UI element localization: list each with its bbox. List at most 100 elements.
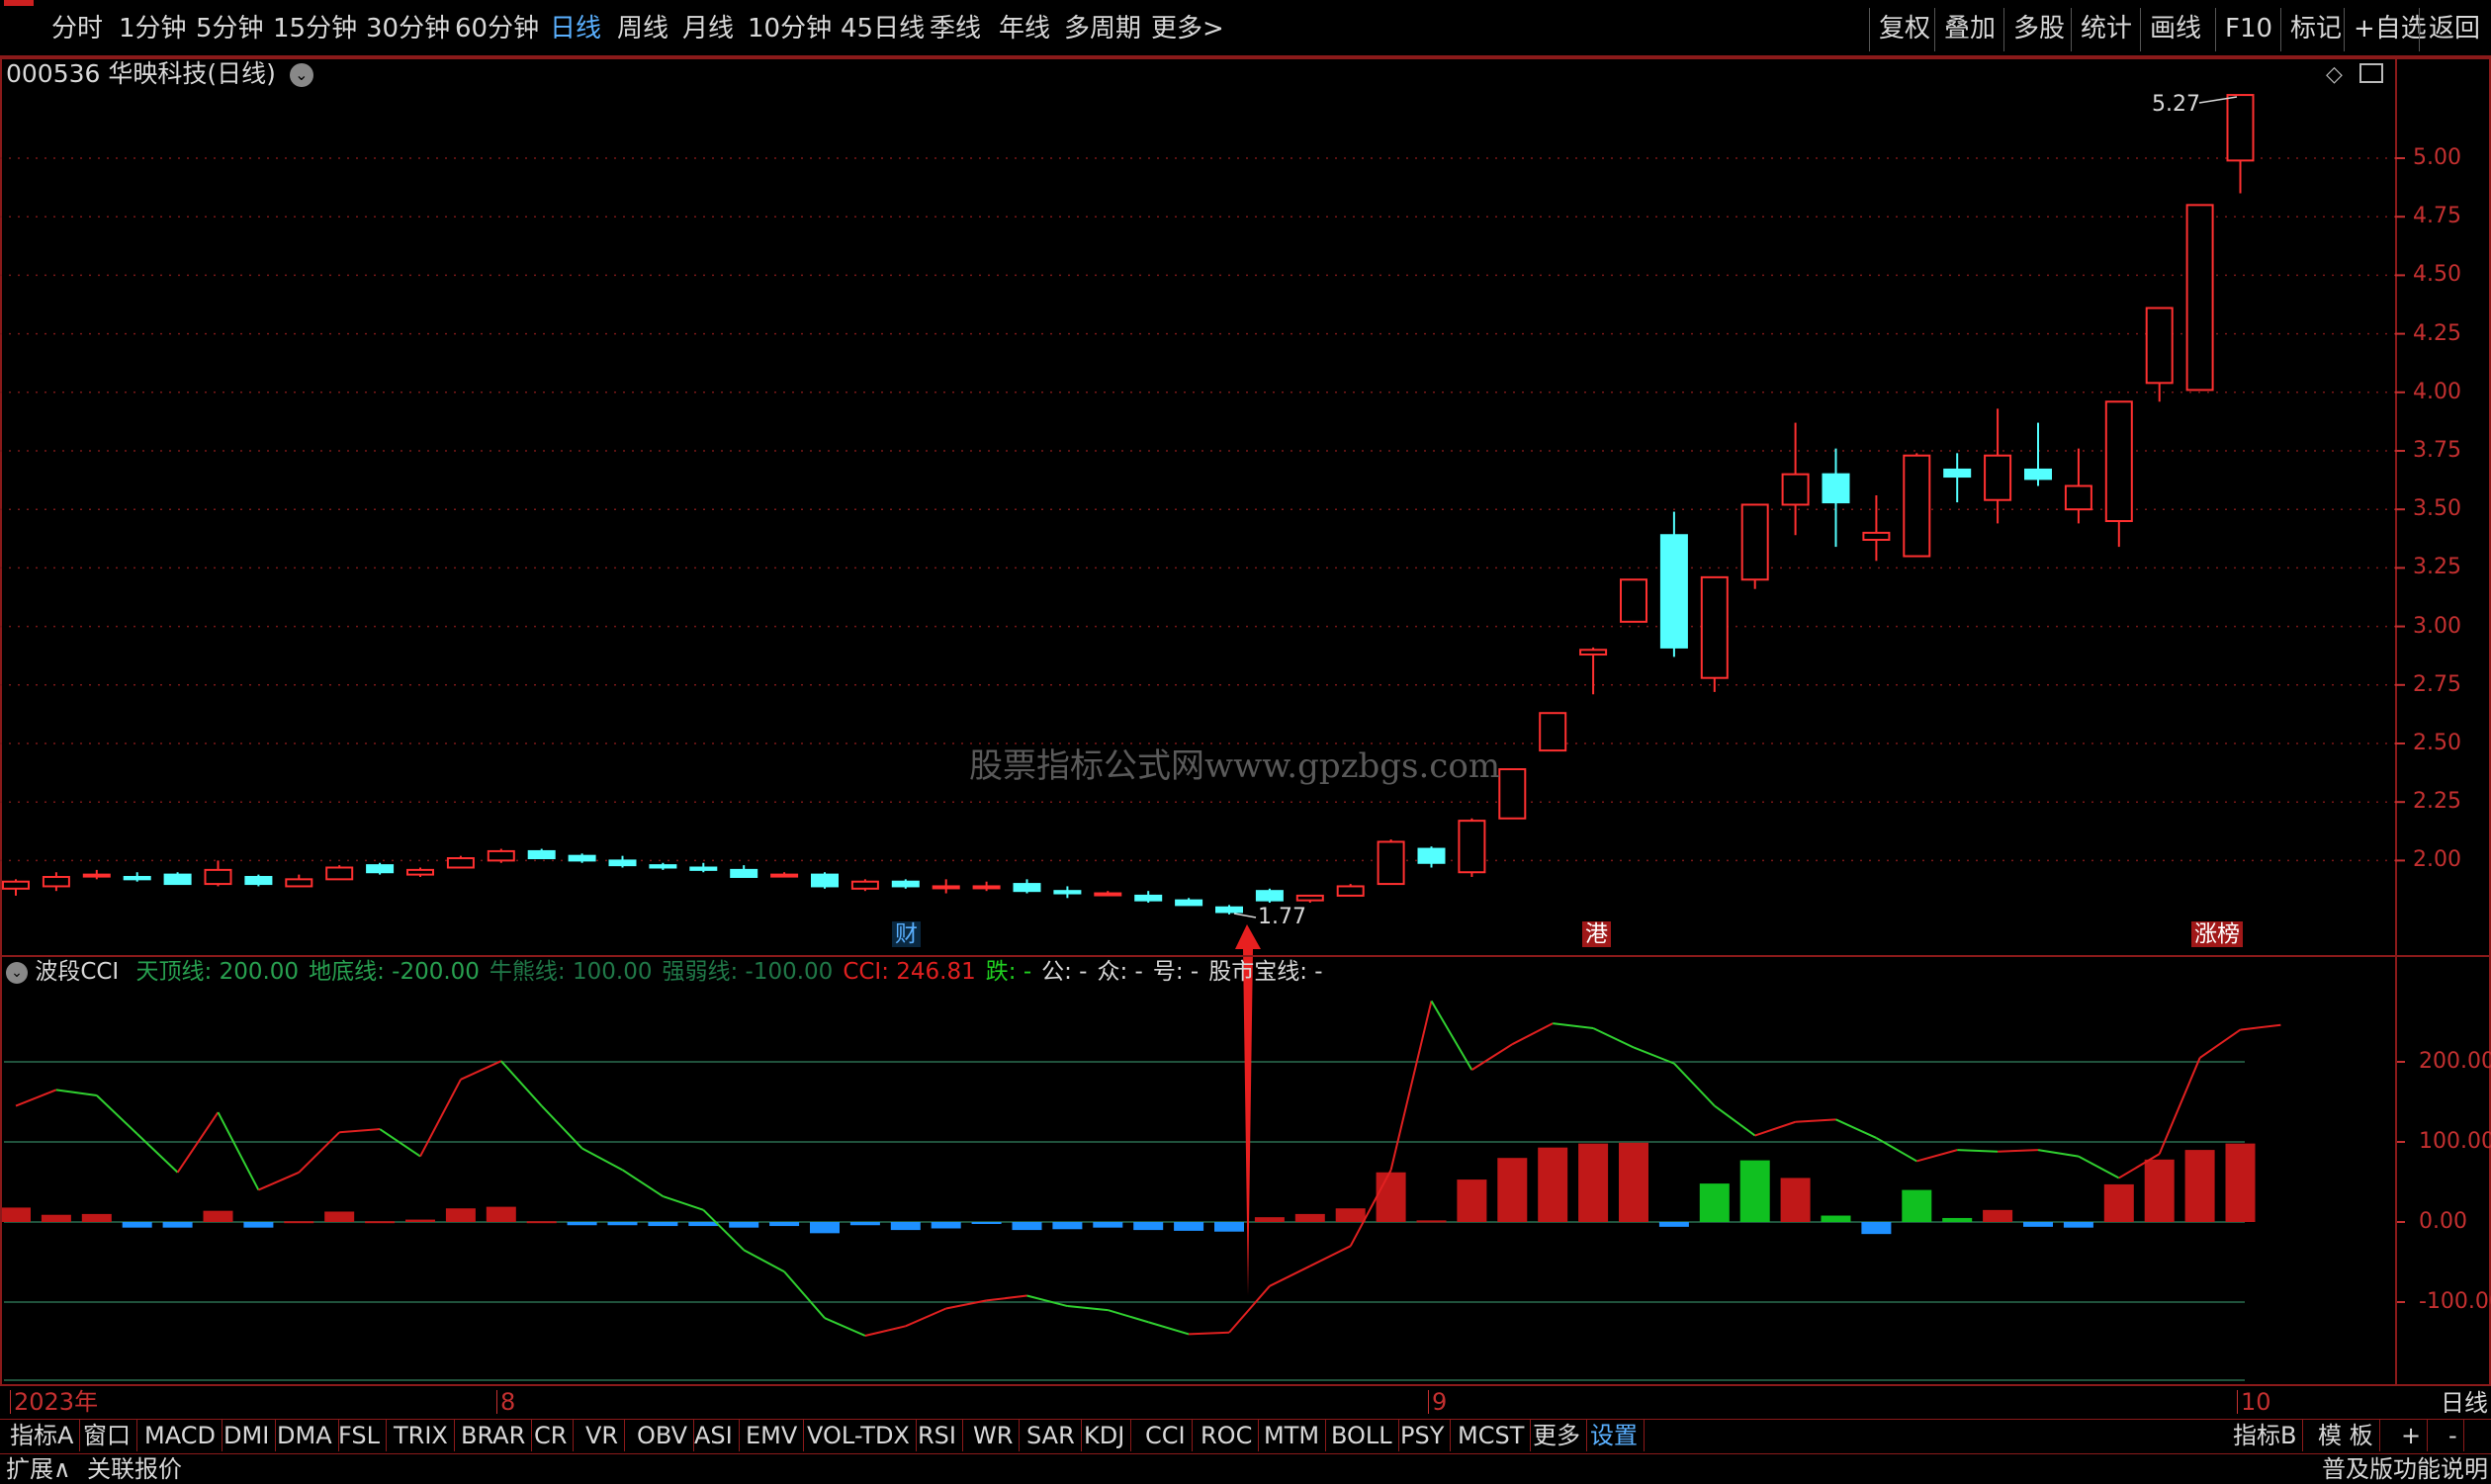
candle[interactable]	[1659, 511, 1688, 657]
settings-icon[interactable]: ⌄	[6, 961, 28, 984]
candle[interactable]	[366, 862, 395, 875]
indicator-tab-9[interactable]: VR	[579, 1420, 626, 1451]
indicator-tab-22[interactable]: PSY	[1394, 1420, 1452, 1451]
candle[interactable]	[2104, 400, 2133, 548]
candle[interactable]	[1175, 898, 1203, 907]
candle[interactable]	[1094, 891, 1122, 897]
candle[interactable]	[1862, 494, 1891, 562]
indicator-tab-0[interactable]: 指标A	[4, 1420, 81, 1451]
candle[interactable]	[1943, 453, 1972, 503]
candle[interactable]	[42, 872, 70, 892]
candle[interactable]	[1458, 818, 1486, 877]
indicator-tab-12[interactable]: EMV	[740, 1420, 805, 1451]
candle[interactable]	[1700, 575, 1729, 692]
indicator-tab-5[interactable]: FSL	[332, 1420, 387, 1451]
candle[interactable]	[123, 872, 151, 882]
candle[interactable]	[1620, 578, 1647, 623]
indicator-tab-14[interactable]: RSI	[912, 1420, 963, 1451]
candle[interactable]	[932, 879, 960, 894]
candle[interactable]	[1295, 894, 1324, 904]
indicator-tab-16[interactable]: SAR	[1021, 1420, 1082, 1451]
candle[interactable]	[649, 862, 677, 870]
cci-line-segment	[500, 1060, 543, 1107]
template-tab-1[interactable]: 模 板	[2312, 1420, 2380, 1451]
candle[interactable]	[204, 860, 232, 887]
watermark: 股票指标公式网www.gpzbgs.com	[969, 746, 1501, 786]
candle[interactable]	[285, 874, 313, 888]
indicator-tab-7[interactable]: BRAR	[455, 1420, 533, 1451]
candle[interactable]	[1255, 888, 1284, 904]
candle[interactable]	[608, 855, 637, 868]
indicator-tab-8[interactable]: CR	[528, 1420, 575, 1451]
template-tab-2[interactable]: +	[2395, 1420, 2429, 1451]
candle[interactable]	[1013, 879, 1041, 894]
candle[interactable]	[487, 848, 515, 863]
candle[interactable]	[770, 872, 799, 878]
related-quotes-button[interactable]: 关联报价	[87, 1455, 182, 1483]
candle[interactable]	[446, 855, 475, 869]
edition-help-link[interactable]: 普及版功能说明	[2322, 1455, 2488, 1483]
candle[interactable]	[1377, 839, 1405, 886]
indicator-tab-15[interactable]: WR	[967, 1420, 1021, 1451]
indicator-tab-1[interactable]: 窗口	[77, 1420, 137, 1451]
indicator-tab-3[interactable]: DMI	[218, 1420, 277, 1451]
candle[interactable]	[1417, 846, 1446, 868]
candle[interactable]	[730, 865, 758, 878]
candle[interactable]	[1053, 886, 1082, 899]
candle[interactable]	[1740, 503, 1769, 589]
indicator-tab-13[interactable]: VOL-TDX	[801, 1420, 917, 1451]
indicator-tab-11[interactable]: ASI	[688, 1420, 740, 1451]
indicator-tab-24[interactable]: 更多	[1527, 1420, 1587, 1451]
indicator-tab-19[interactable]: ROC	[1195, 1420, 1260, 1451]
candle[interactable]	[1579, 647, 1608, 695]
cci-bar	[1174, 1222, 1204, 1231]
template-tab-3[interactable]: -	[2443, 1420, 2464, 1451]
candle[interactable]	[568, 853, 596, 863]
candle[interactable]	[406, 867, 434, 877]
expand-button[interactable]: 扩展∧	[6, 1455, 71, 1483]
candle[interactable]	[2064, 448, 2092, 524]
indicator-tab-10[interactable]: OBV	[631, 1420, 695, 1451]
candle[interactable]	[689, 862, 718, 873]
candle[interactable]	[1903, 453, 1931, 558]
candle[interactable]	[1781, 422, 1810, 536]
candle[interactable]	[244, 874, 273, 887]
candle[interactable]	[811, 872, 839, 889]
indicator-tab-2[interactable]: MACD	[138, 1420, 222, 1451]
candle[interactable]	[972, 881, 1001, 892]
indicator-tab-20[interactable]: MTM	[1258, 1420, 1327, 1451]
candle[interactable]	[1984, 408, 2012, 524]
candle[interactable]	[2024, 422, 2052, 486]
candle[interactable]	[82, 869, 111, 880]
candle-body	[1458, 820, 1486, 874]
candle[interactable]	[2185, 204, 2214, 392]
indicator-tab-21[interactable]: BOLL	[1325, 1420, 1399, 1451]
indicator-name[interactable]: 波段CCI	[35, 959, 119, 985]
indicator-tab-6[interactable]: TRIX	[388, 1420, 455, 1451]
candle[interactable]	[891, 879, 920, 889]
template-tab-0[interactable]: 指标B	[2227, 1420, 2304, 1451]
marker-hk[interactable]: 港	[1582, 921, 1611, 947]
indicator-tab-23[interactable]: MCST	[1452, 1420, 1532, 1451]
cci-bar	[1012, 1222, 1042, 1231]
candle[interactable]	[163, 872, 192, 886]
candle[interactable]	[1498, 768, 1527, 820]
indicator-tab-17[interactable]: KDJ	[1078, 1420, 1132, 1451]
candle[interactable]	[850, 879, 879, 892]
indicator-tab-18[interactable]: CCI	[1139, 1420, 1193, 1451]
candle[interactable]	[1336, 884, 1365, 897]
indicator-tab-25[interactable]: 设置	[1584, 1420, 1645, 1451]
candle[interactable]	[2145, 306, 2174, 402]
candle[interactable]	[325, 865, 354, 881]
candle[interactable]	[1539, 712, 1567, 752]
marker-top-gainers[interactable]: 涨榜	[2191, 921, 2243, 947]
marker-finance[interactable]: 财	[892, 921, 921, 947]
candle[interactable]	[527, 848, 556, 860]
candle[interactable]	[1822, 448, 1850, 548]
cci-line-segment	[663, 1195, 704, 1211]
indicator-tab-4[interactable]: DMA	[271, 1420, 339, 1451]
candle[interactable]	[1215, 905, 1243, 915]
candle[interactable]	[1134, 891, 1163, 904]
candle[interactable]	[2226, 94, 2255, 194]
candle[interactable]	[2, 879, 30, 896]
